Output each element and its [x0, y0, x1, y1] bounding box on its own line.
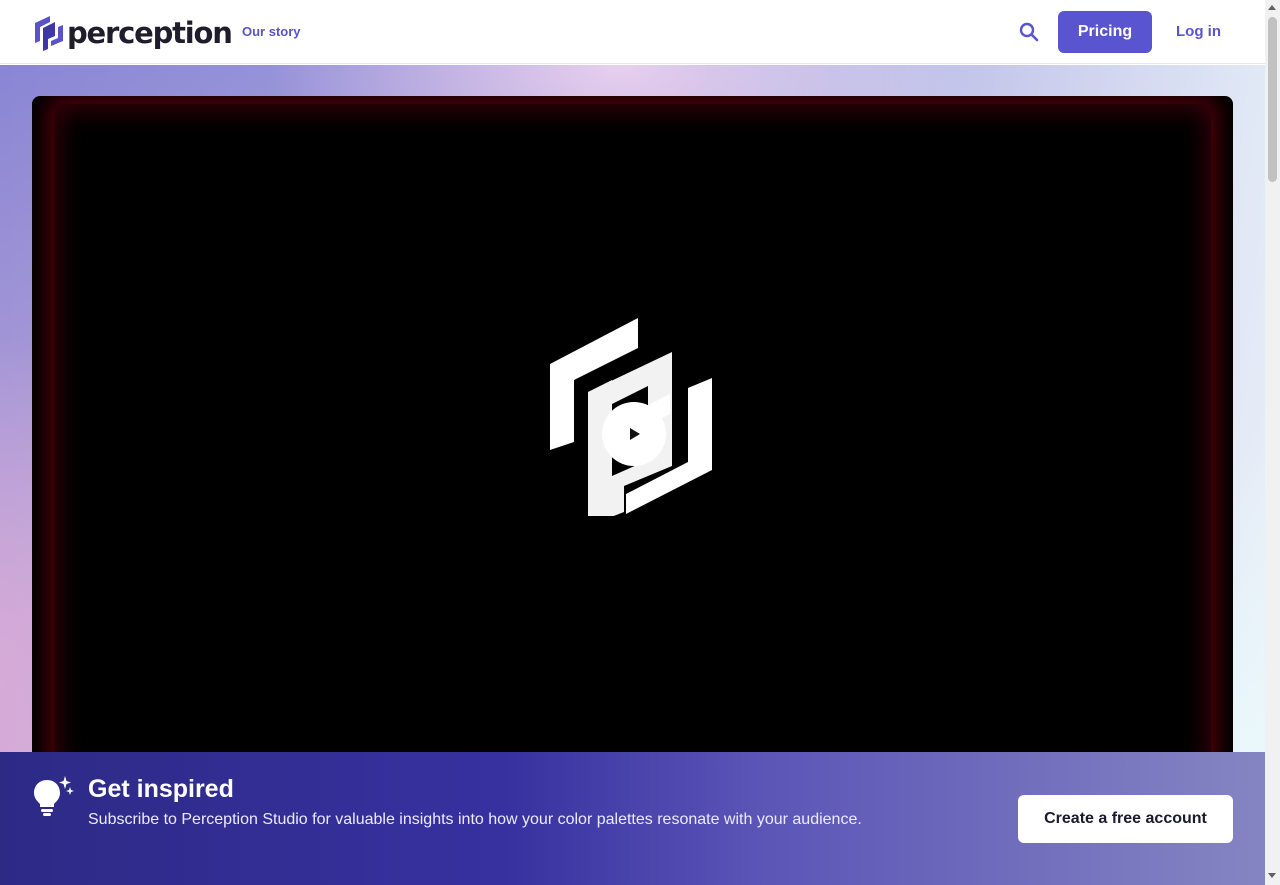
scroll-up-arrow-icon[interactable]: [1268, 5, 1276, 10]
brand-logo-icon: [35, 16, 63, 51]
brand-logo[interactable]: perception: [33, 15, 233, 51]
banner-description: Subscribe to Perception Studio for valua…: [88, 811, 862, 828]
play-button[interactable]: [602, 402, 666, 466]
play-icon: [630, 428, 640, 440]
create-free-account-button[interactable]: Create a free account: [1018, 795, 1233, 843]
banner-title: Get inspired: [88, 775, 234, 803]
video-player[interactable]: [32, 96, 1233, 776]
login-link[interactable]: Log in: [1176, 23, 1221, 40]
scroll-down-arrow-icon[interactable]: [1268, 873, 1276, 878]
brand-name: perception: [67, 16, 233, 50]
search-icon[interactable]: [1018, 21, 1040, 43]
top-header: perception Our story Pricing Log in: [0, 0, 1265, 64]
nav-our-story-link[interactable]: Our story: [242, 24, 301, 39]
signup-banner: Get inspired Subscribe to Perception Stu…: [0, 752, 1265, 885]
scrollbar-thumb[interactable]: [1268, 17, 1277, 182]
pricing-button[interactable]: Pricing: [1058, 11, 1152, 53]
page-scrollbar[interactable]: [1265, 0, 1280, 885]
lightbulb-sparkle-icon: [34, 776, 74, 816]
